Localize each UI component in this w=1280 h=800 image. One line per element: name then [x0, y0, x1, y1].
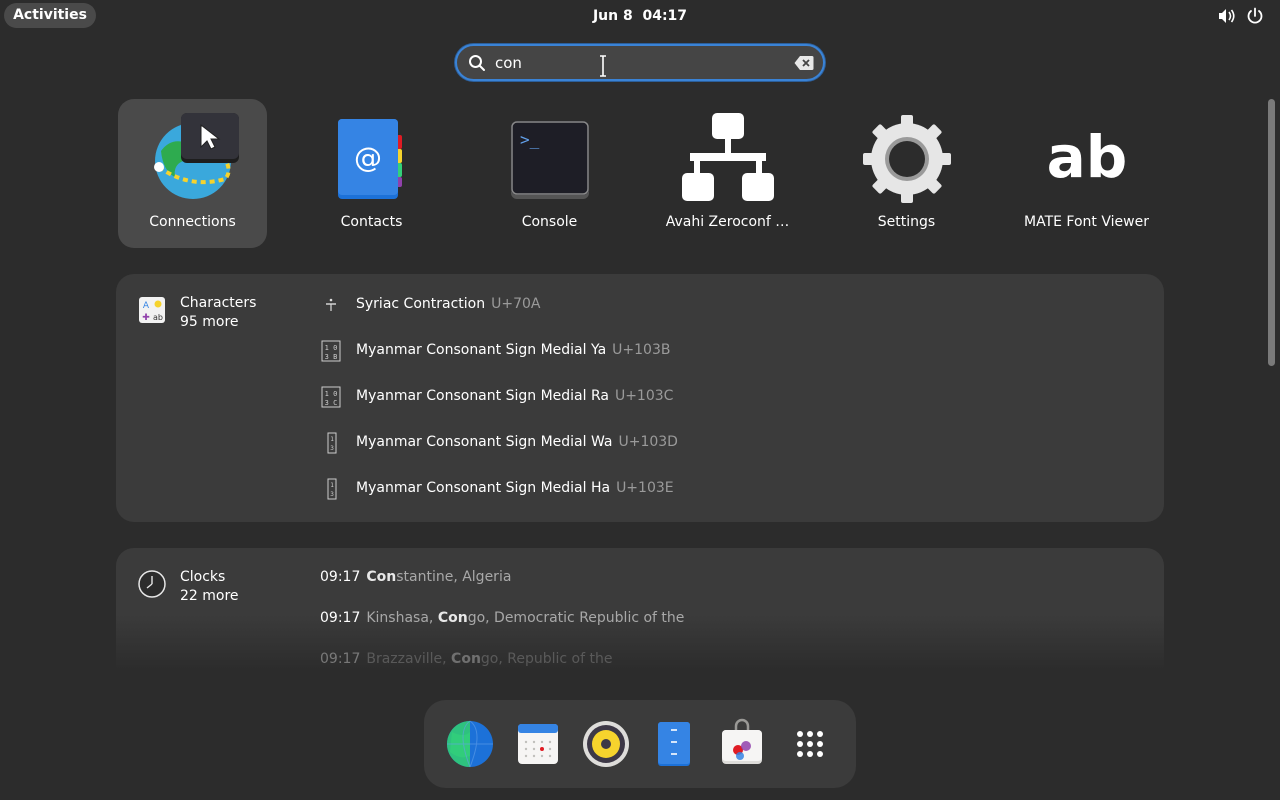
clock-icon[interactable] [138, 570, 166, 598]
top-bar: Activities Jun 8 04:17 [0, 0, 1280, 32]
character-name: Myanmar Consonant Sign Medial Wa [356, 434, 613, 450]
search-box[interactable] [455, 44, 825, 81]
character-name: Myanmar Consonant Sign Medial Ya [356, 342, 607, 358]
app-label: Console [521, 214, 578, 230]
font-viewer-icon: ab [1047, 123, 1128, 191]
clock-location: Constantine, Algeria [366, 569, 512, 585]
character-code: U+70A [491, 296, 541, 312]
contacts-icon: @ [338, 119, 402, 199]
svg-text:1: 1 [330, 436, 334, 443]
globe-icon[interactable] [444, 718, 496, 770]
app-avahi-zeroconf[interactable]: Avahi Zeroconf … [653, 99, 802, 248]
character-code: U+103E [616, 480, 674, 496]
provider-name[interactable]: Characters [180, 295, 256, 311]
svg-text:1 0: 1 0 [325, 390, 338, 398]
power-icon[interactable] [1245, 6, 1265, 26]
provider-more-count[interactable]: 95 more [180, 314, 239, 330]
glyph-icon: 1 0 3 B [321, 340, 341, 362]
svg-text:1 0: 1 0 [325, 344, 338, 352]
files-icon[interactable] [648, 718, 700, 770]
app-console[interactable]: >_ Console [475, 99, 624, 248]
app-label: Settings [877, 214, 936, 230]
clock-time: 09:17 [320, 651, 361, 667]
svg-text:1: 1 [330, 482, 334, 489]
app-label: Connections [149, 214, 236, 230]
dock [424, 700, 856, 788]
app-label: MATE Font Viewer [1024, 214, 1149, 230]
svg-text:✚: ✚ [142, 313, 150, 323]
date-label: Jun 8 [592, 8, 633, 24]
time-label: 04:17 [642, 8, 688, 24]
network-icon [682, 113, 774, 201]
characters-icon[interactable]: A ✚ ab [138, 296, 166, 324]
svg-text:3 B: 3 B [325, 353, 338, 361]
svg-text:3: 3 [330, 445, 334, 452]
glyph-icon: 1 3 [327, 478, 337, 500]
app-grid-icon[interactable] [784, 718, 836, 770]
provider-name[interactable]: Clocks [180, 569, 225, 585]
app-contacts[interactable]: @ Contacts [297, 99, 446, 248]
app-settings[interactable]: Settings [832, 99, 981, 248]
volume-icon[interactable] [1216, 6, 1236, 26]
software-store-icon[interactable] [716, 718, 768, 770]
clock-location: Brazzaville, Congo, Republic of the [366, 651, 613, 667]
svg-text:3 C: 3 C [325, 399, 338, 407]
clock-result[interactable]: 09:17 Kinshasa, Congo, Democratic Republi… [320, 610, 684, 626]
text-cursor-icon [600, 55, 606, 77]
svg-text:ab: ab [1047, 123, 1128, 191]
glyph-icon: 1 3 [327, 432, 337, 454]
results-scrollbar[interactable] [1268, 99, 1275, 366]
character-code: U+103C [614, 388, 674, 404]
svg-text:3: 3 [330, 491, 334, 498]
connections-icon [154, 113, 239, 199]
svg-text:@: @ [354, 141, 382, 174]
app-connections[interactable]: Connections [118, 99, 267, 248]
activities-button[interactable]: Activities [4, 3, 96, 28]
app-label: Avahi Zeroconf … [665, 214, 790, 230]
svg-text:>_: >_ [520, 130, 540, 149]
character-name: Syriac Contraction [356, 296, 486, 312]
svg-text:A: A [143, 301, 150, 311]
app-label: Contacts [340, 214, 403, 230]
clocks-results-panel: Clocks 22 more 09:17 Constantine, Algeria… [116, 548, 1164, 670]
app-mate-font-viewer[interactable]: ab MATE Font Viewer [1012, 99, 1161, 248]
svg-text:ab: ab [153, 313, 163, 322]
characters-results-panel: A ✚ ab Characters 95 more Syriac Contrac… [116, 274, 1164, 522]
calendar-icon[interactable] [512, 718, 564, 770]
clock-time: 09:17 [320, 610, 361, 626]
clear-icon[interactable] [794, 55, 814, 71]
clock-time: 09:17 [320, 569, 361, 585]
clock-location: Kinshasa, Congo, Democratic Republic of … [366, 610, 685, 626]
character-name: Myanmar Consonant Sign Medial Ha [356, 480, 611, 496]
gear-icon [863, 115, 951, 203]
clock-result[interactable]: 09:17 Constantine, Algeria [320, 569, 511, 585]
provider-more-count[interactable]: 22 more [180, 588, 239, 604]
search-icon [469, 55, 485, 71]
search-input[interactable] [495, 52, 795, 74]
date-time-button[interactable]: Jun 8 04:17 [540, 0, 740, 32]
glyph-icon [326, 298, 336, 311]
glyph-icon: 1 0 3 C [321, 386, 341, 408]
console-icon: >_ [511, 121, 589, 199]
character-name: Myanmar Consonant Sign Medial Ra [356, 388, 609, 404]
character-code: U+103D [618, 434, 678, 450]
clock-result[interactable]: 09:17 Brazzaville, Congo, Republic of the [320, 651, 612, 667]
speaker-icon[interactable] [580, 718, 632, 770]
character-code: U+103B [612, 342, 671, 358]
